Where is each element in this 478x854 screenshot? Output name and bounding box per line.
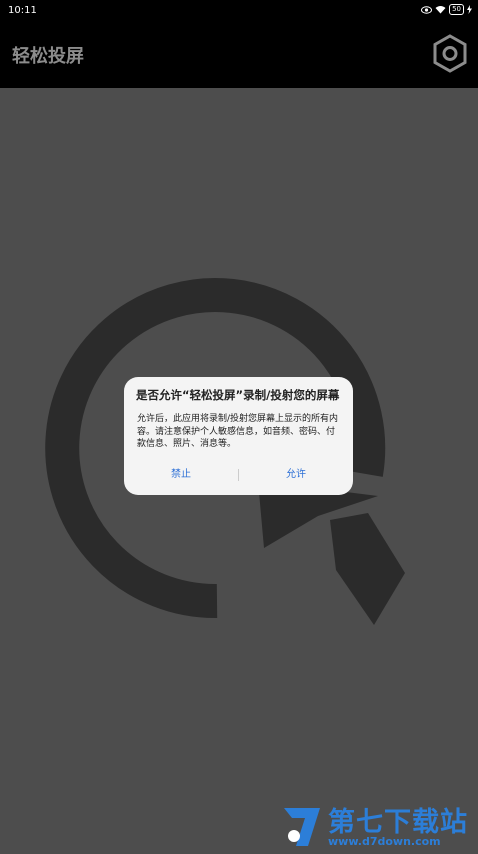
status-bar: 10:11 50 bbox=[0, 0, 478, 22]
dialog-message: 允许后，此应用将录制/投射您屏幕上显示的所有内容。请注意保护个人敏感信息，如音频… bbox=[137, 414, 339, 449]
eye-icon bbox=[421, 5, 433, 14]
status-icons: 50 bbox=[421, 4, 472, 15]
wifi-icon bbox=[435, 6, 446, 14]
dialog-title: 是否允许“轻松投屏”录制/投射您的屏幕 bbox=[136, 388, 340, 402]
settings-icon bbox=[433, 34, 467, 73]
status-time: 10:11 bbox=[8, 5, 37, 16]
charging-icon bbox=[467, 5, 472, 14]
allow-button[interactable]: 允许 bbox=[239, 463, 353, 487]
cursor-arrow-icon bbox=[258, 481, 405, 625]
watermark: 第七下载站 www.d7down.com bbox=[280, 800, 475, 850]
deny-button[interactable]: 禁止 bbox=[124, 463, 238, 487]
screen-capture-permission-dialog: 是否允许“轻松投屏”录制/投射您的屏幕 允许后，此应用将录制/投射您屏幕上显示的… bbox=[124, 377, 353, 495]
watermark-brand: 第七下载站 bbox=[328, 807, 468, 838]
battery-icon: 50 bbox=[449, 4, 464, 15]
app-bar: 轻松投屏 bbox=[0, 22, 478, 88]
watermark-url: www.d7down.com bbox=[328, 835, 441, 848]
settings-button[interactable] bbox=[430, 32, 470, 76]
dialog-actions: 禁止 允许 bbox=[124, 463, 353, 487]
watermark-logo-icon bbox=[284, 808, 320, 846]
app-title: 轻松投屏 bbox=[12, 46, 84, 67]
